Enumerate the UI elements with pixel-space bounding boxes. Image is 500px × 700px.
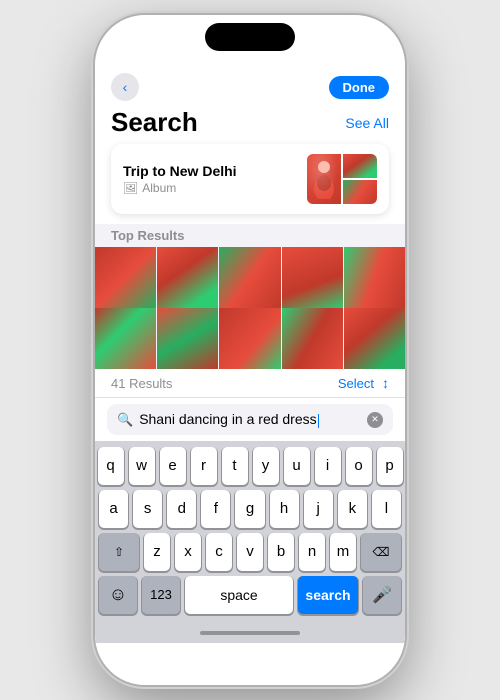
numbers-key[interactable]: 123 [142,576,180,614]
album-icon: 🖼 [123,181,138,195]
photo-cell-2[interactable] [157,247,218,308]
key-h[interactable]: h [270,490,299,528]
done-button[interactable]: Done [329,76,390,99]
phone-screen: ‹ Done Search See All Trip to New Delhi … [95,15,405,685]
photo-cell-10[interactable] [344,308,405,369]
page-title: Search [111,107,198,138]
keyboard-row-4: ☺ 123 space search 🎤 [99,576,401,614]
back-icon: ‹ [123,79,128,95]
status-bar [95,15,405,65]
key-s[interactable]: s [133,490,162,528]
key-o[interactable]: o [346,447,372,485]
keyboard-row-3: ⇧ z x c v b n m ⌫ [99,533,401,571]
key-g[interactable]: g [235,490,264,528]
key-m[interactable]: m [330,533,356,571]
key-q[interactable]: q [98,447,124,485]
key-y[interactable]: y [253,447,279,485]
key-x[interactable]: x [175,533,201,571]
album-card[interactable]: Trip to New Delhi 🖼 Album [111,144,389,214]
photo-cell-6[interactable] [95,308,156,369]
key-v[interactable]: v [237,533,263,571]
key-t[interactable]: t [222,447,248,485]
album-photo-main [307,154,341,204]
album-title: Trip to New Delhi [123,163,237,179]
search-input-text[interactable]: Shani dancing in a red dress [139,411,361,427]
person-figure [310,159,338,199]
photo-cell-7[interactable] [157,308,218,369]
sort-icon[interactable]: ↕ [382,375,389,391]
key-r[interactable]: r [191,447,217,485]
results-count: 41 Results [111,376,172,391]
album-photo-2 [343,154,377,178]
key-p[interactable]: p [377,447,403,485]
top-results-label: Top Results [95,224,405,247]
key-e[interactable]: e [160,447,186,485]
bottom-bar [95,623,405,643]
search-key[interactable]: search [298,576,358,614]
see-all-button[interactable]: See All [345,115,389,131]
clear-button[interactable]: ✕ [367,412,383,428]
mic-key[interactable]: 🎤 [363,576,401,614]
search-bar[interactable]: 🔍 Shani dancing in a red dress ✕ [107,404,393,434]
content-area: ‹ Done Search See All Trip to New Delhi … [95,65,405,685]
dynamic-island [205,23,295,51]
header: ‹ Done [95,65,405,105]
phone-device: ‹ Done Search See All Trip to New Delhi … [95,15,405,685]
key-j[interactable]: j [304,490,333,528]
space-key[interactable]: space [185,576,293,614]
keyboard: q w e r t y u i o p a s d f g [95,441,405,623]
album-info: Trip to New Delhi 🖼 Album [123,163,237,195]
home-indicator [200,631,300,635]
photo-grid-row2 [95,308,405,369]
key-d[interactable]: d [167,490,196,528]
keyboard-row-2: a s d f g h j k l [99,490,401,528]
key-i[interactable]: i [315,447,341,485]
delete-key[interactable]: ⌫ [361,533,401,571]
key-c[interactable]: c [206,533,232,571]
key-l[interactable]: l [372,490,401,528]
page-title-row: Search See All [95,105,405,144]
photo-cell-5[interactable] [344,247,405,308]
album-photo-3 [343,180,377,204]
key-w[interactable]: w [129,447,155,485]
search-icon: 🔍 [117,412,133,428]
shift-key[interactable]: ⇧ [99,533,139,571]
results-bar: 41 Results Select ↕ [95,369,405,397]
keyboard-row-1: q w e r t y u i o p [99,447,401,485]
photo-grid-row1 [95,247,405,308]
album-subtitle-text: Album [142,181,176,195]
text-cursor [318,414,320,428]
key-a[interactable]: a [99,490,128,528]
photo-cell-3[interactable] [219,247,280,308]
photo-cell-9[interactable] [282,308,343,369]
album-subtitle: 🖼 Album [123,181,237,195]
key-u[interactable]: u [284,447,310,485]
key-k[interactable]: k [338,490,367,528]
key-z[interactable]: z [144,533,170,571]
search-value: Shani dancing in a red dress [139,411,316,427]
select-button[interactable]: Select [338,376,374,391]
back-button[interactable]: ‹ [111,73,139,101]
key-n[interactable]: n [299,533,325,571]
emoji-key[interactable]: ☺ [99,576,137,614]
results-actions: Select ↕ [338,375,389,391]
key-b[interactable]: b [268,533,294,571]
photo-cell-1[interactable] [95,247,156,308]
photo-cell-8[interactable] [219,308,280,369]
photo-cell-4[interactable] [282,247,343,308]
search-bar-container: 🔍 Shani dancing in a red dress ✕ [95,397,405,440]
album-photos [307,154,377,204]
key-f[interactable]: f [201,490,230,528]
